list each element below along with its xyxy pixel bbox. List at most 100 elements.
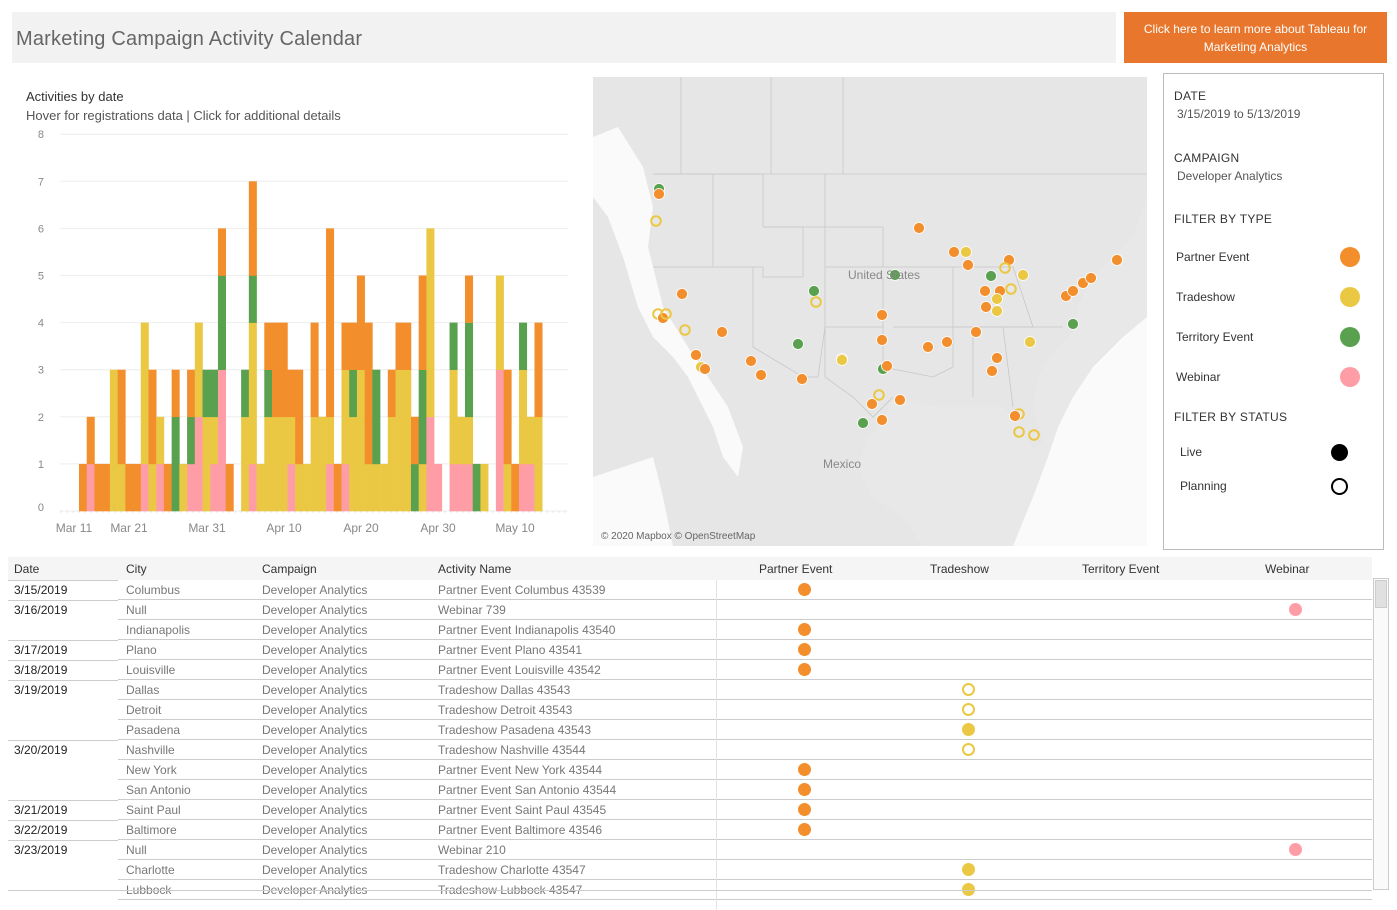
bar-segment-P[interactable] xyxy=(356,275,365,323)
bar-segment-T[interactable] xyxy=(349,463,358,512)
bar-segment-P[interactable] xyxy=(341,322,350,370)
bar-segment-T[interactable] xyxy=(295,463,304,512)
bar-segment-T[interactable] xyxy=(202,416,211,465)
bar-segment-E[interactable] xyxy=(472,463,481,512)
map-marker[interactable] xyxy=(653,188,665,200)
bar-segment-P[interactable] xyxy=(418,275,427,323)
bar-segment-P[interactable] xyxy=(395,322,404,370)
map-marker[interactable] xyxy=(979,285,991,297)
bar-segment-T[interactable] xyxy=(480,463,489,512)
activity-marker-live[interactable] xyxy=(962,723,975,736)
map-marker[interactable] xyxy=(876,414,888,426)
bar-segment-T[interactable] xyxy=(519,416,528,465)
bar-segment-P[interactable] xyxy=(364,369,373,418)
bar-segment-P[interactable] xyxy=(117,369,126,418)
bar-segment-E[interactable] xyxy=(418,369,427,418)
map-marker[interactable] xyxy=(808,285,820,297)
map-marker[interactable] xyxy=(745,355,757,367)
table-row[interactable]: 3/18/2019 Louisville Developer Analytics Pa… xyxy=(8,660,1372,680)
bar-segment-E[interactable] xyxy=(465,369,474,418)
bar-segment-P[interactable] xyxy=(217,228,226,276)
bar-segment-T[interactable] xyxy=(341,369,350,418)
bar-segment-W[interactable] xyxy=(287,463,296,512)
bar-segment-T[interactable] xyxy=(426,322,435,370)
bar-segment-W[interactable] xyxy=(449,463,458,512)
table-row[interactable]: Detroit Developer Analytics Tradeshow Detr… xyxy=(8,700,1372,720)
bar-segment-E[interactable] xyxy=(187,416,196,465)
bar-segment-E[interactable] xyxy=(241,369,250,418)
bar-segment-T[interactable] xyxy=(349,416,358,465)
bar-segment-T[interactable] xyxy=(526,416,535,465)
bar-segment-E[interactable] xyxy=(449,322,458,370)
table-row[interactable]: 3/23/2019 Null Developer Analytics Webinar … xyxy=(8,840,1372,860)
bar-segment-T[interactable] xyxy=(109,369,118,418)
bar-segment-T[interactable] xyxy=(457,416,466,465)
bar-segment-T[interactable] xyxy=(395,416,404,465)
bar-segment-T[interactable] xyxy=(272,416,281,465)
bar-segment-W[interactable] xyxy=(426,416,435,465)
bar-segment-W[interactable] xyxy=(426,463,435,512)
bar-segment-E[interactable] xyxy=(217,275,226,323)
map-marker[interactable] xyxy=(985,270,997,282)
bar-segment-T[interactable] xyxy=(310,416,319,465)
activity-marker-live[interactable] xyxy=(1289,603,1302,616)
bar-segment-T[interactable] xyxy=(341,416,350,465)
bar-segment-P[interactable] xyxy=(133,463,142,512)
bar-segment-T[interactable] xyxy=(503,463,512,512)
bar-segment-T[interactable] xyxy=(256,463,265,512)
bar-segment-T[interactable] xyxy=(318,416,327,465)
type-filter-tradeshow[interactable]: Tradeshow xyxy=(1176,286,1376,308)
bar-segment-T[interactable] xyxy=(465,416,474,465)
activity-map[interactable]: United States Mexico © 2020 Mapbox © Ope… xyxy=(593,77,1147,546)
bar-segment-T[interactable] xyxy=(179,463,188,512)
bar-segment-E[interactable] xyxy=(202,369,211,418)
map-marker[interactable] xyxy=(922,341,934,353)
learn-more-button[interactable]: Click here to learn more about Tableau f… xyxy=(1124,12,1387,63)
bar-segment-T[interactable] xyxy=(372,463,381,512)
status-filter-planning[interactable]: Planning xyxy=(1180,475,1380,497)
bar-segment-T[interactable] xyxy=(495,322,504,370)
type-filter-territory-event[interactable]: Territory Event xyxy=(1176,326,1376,348)
bar-segment-T[interactable] xyxy=(302,463,311,512)
bar-segment-T[interactable] xyxy=(109,416,118,465)
bar-segment-P[interactable] xyxy=(79,463,88,512)
activity-marker-live[interactable] xyxy=(798,643,811,656)
table-row[interactable]: 3/17/2019 Plano Developer Analytics Partner… xyxy=(8,640,1372,660)
table-row[interactable]: 3/22/2019 Baltimore Developer Analytics Par… xyxy=(8,820,1372,840)
activity-marker-live[interactable] xyxy=(798,823,811,836)
map-marker[interactable] xyxy=(1017,269,1029,281)
activity-marker-planning[interactable] xyxy=(962,743,975,756)
bar-segment-T[interactable] xyxy=(356,369,365,418)
activity-marker-planning[interactable] xyxy=(962,703,975,716)
bar-segment-W[interactable] xyxy=(187,463,196,512)
bar-segment-E[interactable] xyxy=(372,416,381,465)
bar-segment-T[interactable] xyxy=(449,369,458,418)
bar-segment-T[interactable] xyxy=(109,463,118,512)
table-row[interactable]: 3/19/2019 Dallas Developer Analytics Trades… xyxy=(8,680,1372,700)
scrollbar-thumb[interactable] xyxy=(1375,580,1387,608)
bar-segment-T[interactable] xyxy=(387,463,396,512)
map-marker[interactable] xyxy=(991,305,1003,317)
bar-segment-P[interactable] xyxy=(248,228,257,276)
bar-segment-T[interactable] xyxy=(495,275,504,323)
bar-segment-E[interactable] xyxy=(410,463,419,512)
bar-segment-P[interactable] xyxy=(295,416,304,465)
table-row[interactable]: Charlotte Developer Analytics Tradeshow Ch… xyxy=(8,860,1372,880)
bar-segment-T[interactable] xyxy=(264,416,273,465)
bar-segment-W[interactable] xyxy=(217,369,226,418)
bar-segment-P[interactable] xyxy=(279,322,288,370)
bar-segment-T[interactable] xyxy=(449,416,458,465)
bar-segment-W[interactable] xyxy=(194,416,203,465)
bar-segment-P[interactable] xyxy=(387,369,396,418)
map-marker[interactable] xyxy=(991,352,1003,364)
map-marker[interactable] xyxy=(1009,410,1021,422)
bar-segment-W[interactable] xyxy=(495,369,504,418)
map-marker[interactable] xyxy=(836,354,848,366)
bar-segment-P[interactable] xyxy=(349,322,358,370)
bar-segment-P[interactable] xyxy=(310,369,319,418)
bar-segment-W[interactable] xyxy=(341,463,350,512)
col-header-partner-event[interactable]: Partner Event xyxy=(759,562,832,576)
bar-segment-W[interactable] xyxy=(495,463,504,512)
bar-segment-E[interactable] xyxy=(264,369,273,418)
bar-segment-T[interactable] xyxy=(310,463,319,512)
